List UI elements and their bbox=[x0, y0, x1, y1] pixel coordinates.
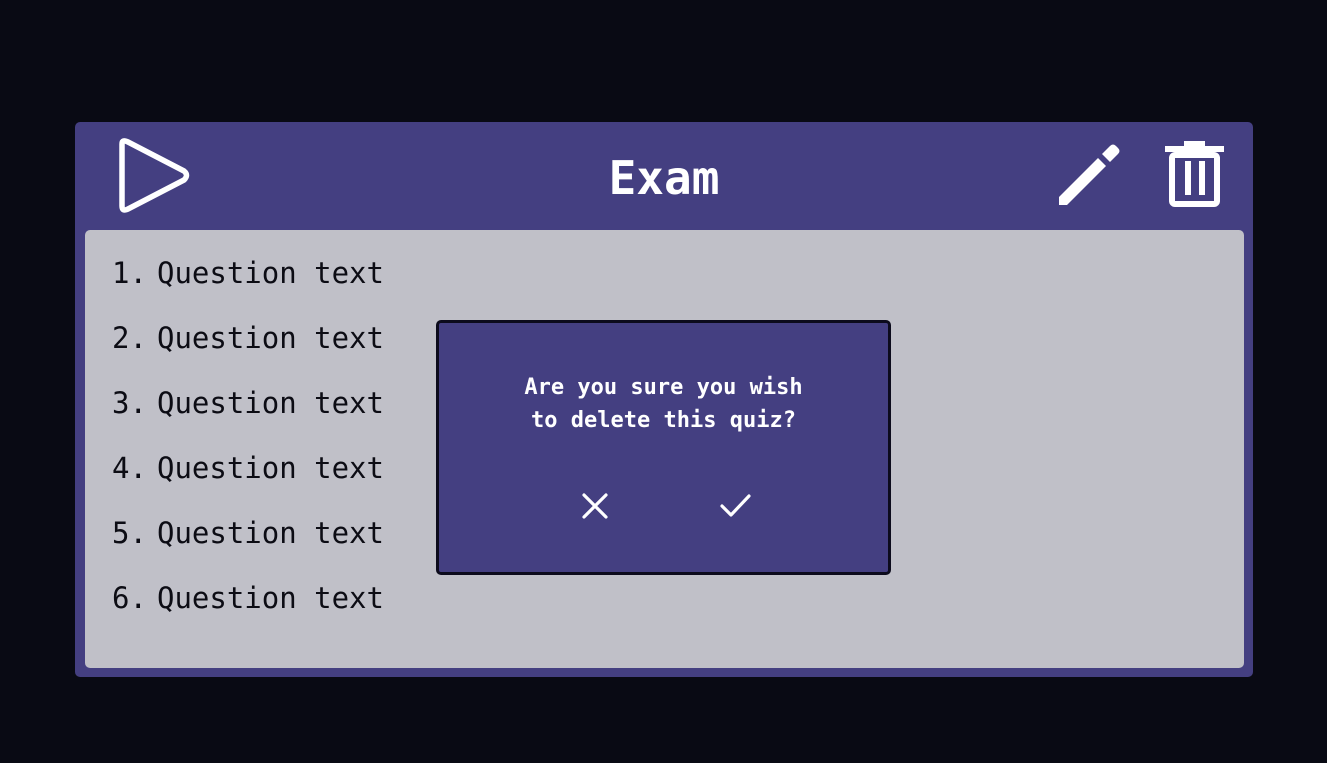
question-number: 4. bbox=[112, 451, 147, 485]
question-item[interactable]: 5. Question text bbox=[112, 510, 384, 575]
question-item[interactable]: 3. Question text bbox=[112, 380, 384, 445]
close-icon bbox=[582, 493, 608, 519]
question-number: 6. bbox=[112, 581, 147, 615]
confirm-button[interactable] bbox=[719, 489, 753, 523]
trash-icon bbox=[1165, 141, 1224, 207]
delete-confirm-dialog: Are you sure you wish to delete this qui… bbox=[436, 320, 891, 575]
pencil-icon bbox=[1059, 144, 1120, 205]
question-list: 1. Question text 2. Question text 3. Questi… bbox=[112, 250, 384, 640]
question-number: 2. bbox=[112, 321, 147, 355]
dialog-message: Are you sure you wish to delete this qui… bbox=[524, 375, 803, 433]
question-item[interactable]: 6. Question text bbox=[112, 575, 384, 640]
question-text: Question text bbox=[157, 516, 384, 550]
question-text: Question text bbox=[157, 386, 384, 420]
cancel-button[interactable] bbox=[578, 489, 612, 523]
question-item[interactable]: 4. Question text bbox=[112, 445, 384, 510]
quiz-title: Exam bbox=[608, 151, 720, 205]
question-text: Question text bbox=[157, 256, 384, 290]
question-number: 1. bbox=[112, 256, 147, 290]
question-text: Question text bbox=[157, 581, 384, 615]
question-number: 3. bbox=[112, 386, 147, 420]
play-icon bbox=[119, 138, 190, 213]
question-item[interactable]: 1. Question text bbox=[112, 250, 384, 315]
delete-button[interactable] bbox=[1163, 140, 1227, 208]
question-number: 5. bbox=[112, 516, 147, 550]
question-text: Question text bbox=[157, 451, 384, 485]
play-button[interactable] bbox=[114, 136, 192, 214]
question-text: Question text bbox=[157, 321, 384, 355]
check-icon bbox=[720, 494, 751, 517]
question-item[interactable]: 2. Question text bbox=[112, 315, 384, 380]
edit-button[interactable] bbox=[1056, 141, 1122, 207]
